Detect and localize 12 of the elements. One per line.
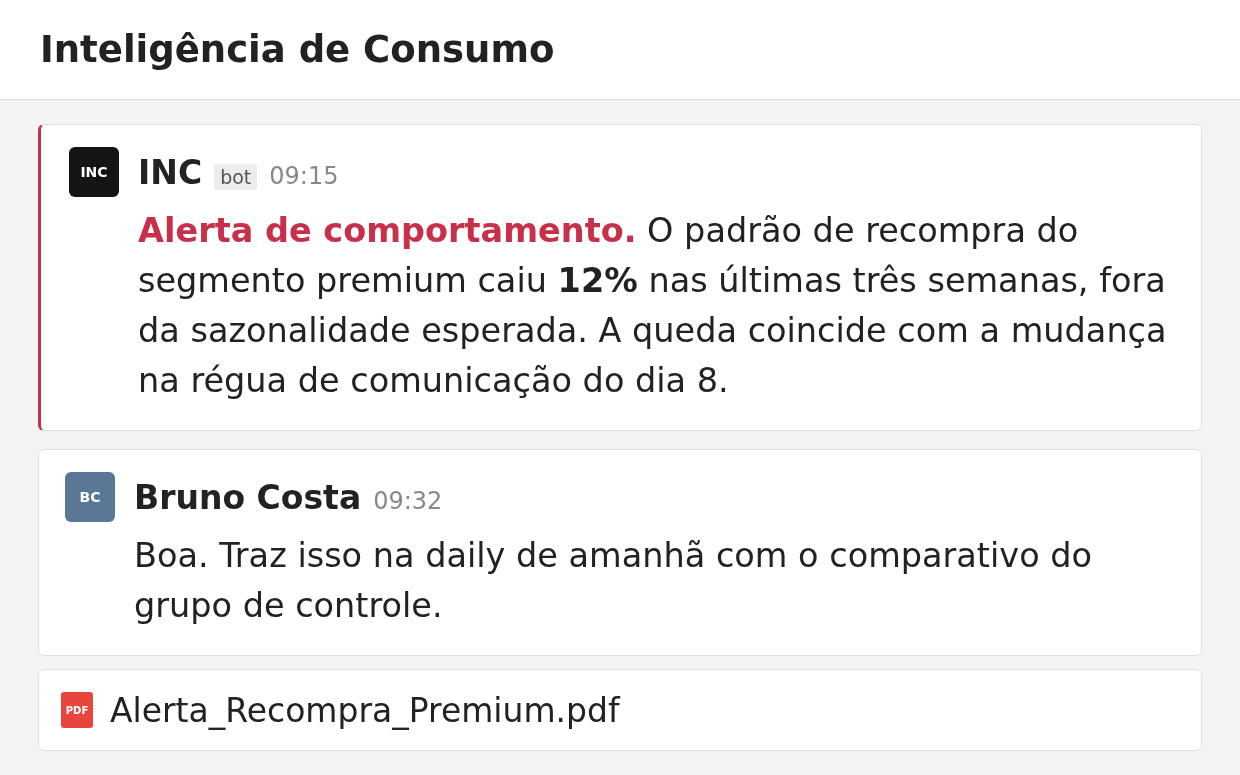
bot-tag: bot — [214, 163, 258, 190]
channel-title: Inteligência de Consumo — [40, 28, 555, 71]
message-text: Alerta de comportamento. O padrão de recompra do segmento premium caiu 12% nas últimas três semanas, fora da sazonalidade esperada. A queda coincide com a mudança na régua de comunicação do dia 8. — [138, 210, 1168, 402]
timestamp: 09:32 — [373, 486, 443, 515]
author-name: INC — [138, 152, 203, 192]
timestamp: 09:15 — [269, 161, 339, 190]
author-name: Bruno Costa — [134, 477, 362, 517]
pdf-file-icon: PDF — [61, 692, 93, 728]
message-text: Boa. Traz isso na daily de amanhã com o comparativo do grupo de controle. — [134, 535, 1094, 627]
avatar: BC — [65, 472, 115, 522]
avatar: INC — [69, 147, 119, 197]
file-name[interactable]: Alerta_Recompra_Premium.pdf — [110, 690, 620, 730]
